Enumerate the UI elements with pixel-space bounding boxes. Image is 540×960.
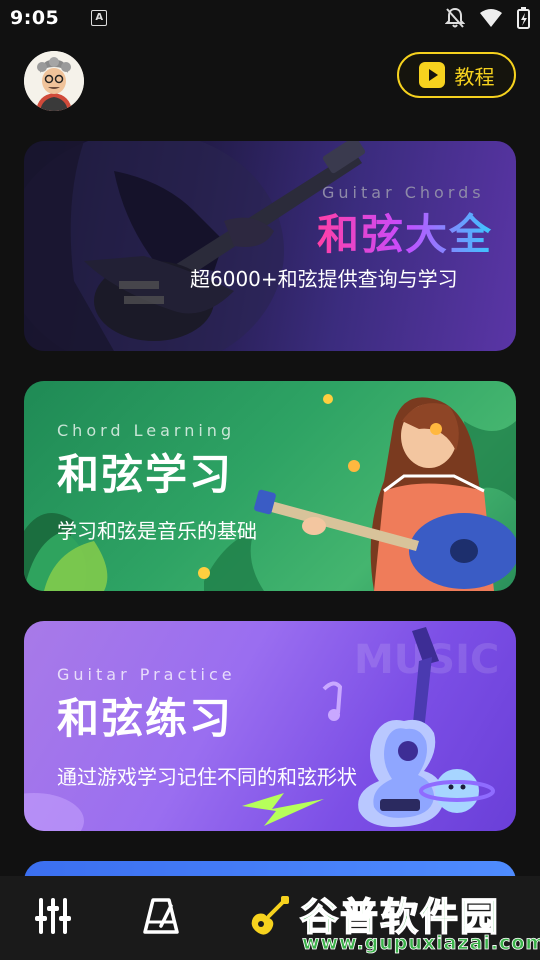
a-icon: A (91, 10, 108, 26)
watermark-url: www.gupuxiazai.com (302, 932, 540, 955)
card-subtitle-en: Chord Learning (57, 421, 236, 440)
guitar-icon (251, 896, 289, 935)
status-bar: 9:05 A (0, 0, 540, 36)
avatar-illustration (24, 51, 84, 111)
status-time: 9:05 (10, 7, 60, 29)
card-description: 超6000+和弦提供查询与学习 (190, 267, 458, 291)
watermark: 谷普软件园 www.gupuxiazai.com (290, 884, 540, 960)
avatar[interactable] (24, 51, 84, 111)
wifi-icon (480, 9, 502, 27)
tutorial-button[interactable]: 教程 (397, 52, 516, 98)
tutorial-label: 教程 (454, 64, 495, 89)
card-chord-learning[interactable]: Chord Learning 和弦学习 学习和弦是音乐的基础 (24, 381, 516, 591)
card-guitar-practice[interactable]: MUSIC Guitar Practice 和弦练习 通过游戏学习记住不同的和弦… (24, 621, 516, 831)
nav-metronome[interactable] (139, 894, 183, 938)
card-description: 学习和弦是音乐的基础 (57, 519, 257, 543)
card-subtitle-en: Guitar Chords (322, 183, 485, 202)
card-title: 和弦练习 (57, 694, 234, 743)
status-icons (445, 7, 530, 29)
card-subtitle-en: Guitar Practice (57, 665, 236, 684)
bell-off-icon (445, 7, 465, 28)
card-title: 和弦学习 (57, 450, 234, 499)
card-title: 和弦大全 (317, 201, 493, 262)
battery-icon (517, 7, 530, 29)
sliders-icon (35, 898, 71, 934)
nav-chords[interactable] (247, 894, 291, 938)
nav-tuner[interactable] (31, 894, 75, 938)
card-description: 通过游戏学习记住不同的和弦形状 (57, 765, 357, 789)
card-guitar-chords[interactable]: Guitar Chords 和弦大全 超6000+和弦提供查询与学习 (24, 141, 516, 351)
play-icon (418, 62, 445, 88)
metronome-icon (143, 898, 179, 934)
